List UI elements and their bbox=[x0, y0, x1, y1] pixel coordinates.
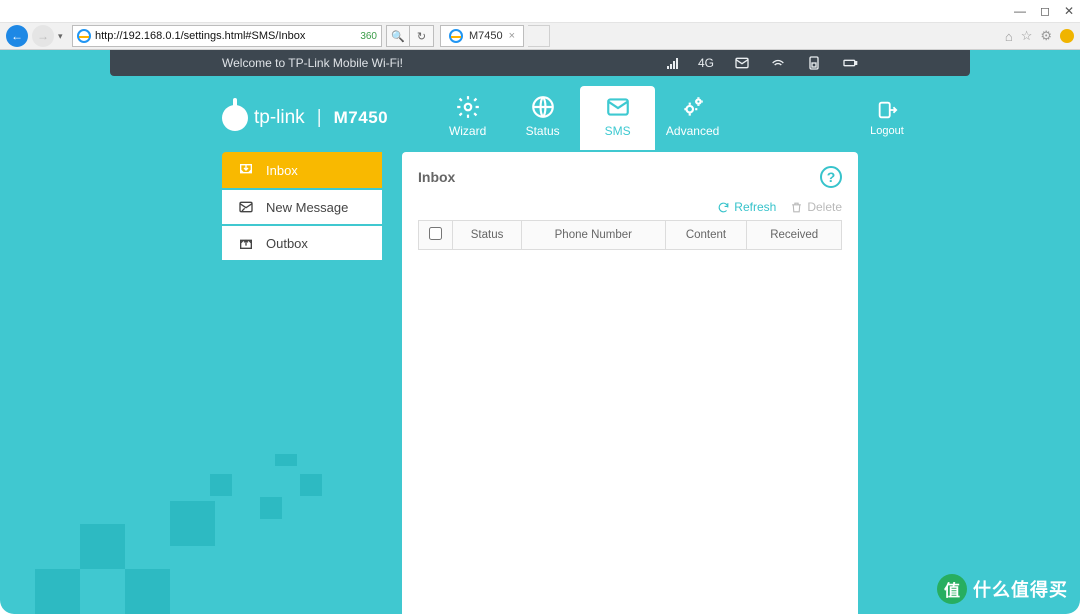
col-checkbox bbox=[419, 221, 453, 250]
sidebar-item-outbox[interactable]: Outbox bbox=[222, 224, 382, 260]
watermark-text: 什么值得买 bbox=[973, 576, 1068, 602]
main-nav: Wizard Status SMS Advanced bbox=[430, 86, 730, 150]
history-dropdown-icon[interactable]: ▾ bbox=[58, 31, 68, 42]
forward-button[interactable]: → bbox=[32, 25, 54, 47]
tab-favicon-icon bbox=[449, 29, 463, 43]
delete-action[interactable]: Delete bbox=[790, 200, 842, 214]
window-maximize[interactable]: ◻ bbox=[1040, 4, 1050, 18]
favorites-icon[interactable]: ☆ bbox=[1021, 28, 1033, 44]
window-minimize[interactable]: — bbox=[1014, 4, 1026, 18]
brand-logo: tp-link | M7450 bbox=[222, 105, 388, 131]
watermark: 值 什么值得买 bbox=[937, 574, 1068, 604]
watermark-badge: 值 bbox=[937, 574, 967, 604]
sidebar: Inbox New Message Outbox bbox=[222, 152, 382, 614]
window-titlebar: — ◻ ✕ bbox=[0, 0, 1080, 22]
model-name: M7450 bbox=[334, 108, 388, 128]
page-body: Welcome to TP-Link Mobile Wi-Fi! 4G tp-l… bbox=[0, 50, 1080, 614]
inbox-icon bbox=[238, 162, 254, 178]
globe-icon bbox=[530, 94, 556, 120]
refresh-action[interactable]: Refresh bbox=[717, 200, 776, 214]
brand-name: tp-link bbox=[254, 107, 305, 129]
nav-label: Wizard bbox=[449, 124, 486, 138]
browser-right-icons: ⌂ ☆ ⚙ bbox=[1005, 28, 1074, 44]
profile-icon[interactable] bbox=[1060, 29, 1074, 43]
sidebar-item-label: Outbox bbox=[266, 236, 308, 251]
welcome-bar: Welcome to TP-Link Mobile Wi-Fi! 4G bbox=[110, 50, 970, 76]
sidebar-item-label: Inbox bbox=[266, 163, 298, 178]
security-badge: 360 bbox=[360, 31, 377, 42]
refresh-button[interactable]: ↻ bbox=[410, 25, 434, 47]
network-type: 4G bbox=[698, 56, 714, 70]
col-phone: Phone Number bbox=[522, 221, 665, 250]
logout-label: Logout bbox=[870, 125, 904, 137]
nav-label: SMS bbox=[605, 124, 631, 138]
signal-icon bbox=[667, 57, 678, 69]
nav-advanced[interactable]: Advanced bbox=[655, 86, 730, 150]
browser-tab[interactable]: M7450 × bbox=[440, 25, 524, 47]
gear-icon bbox=[455, 94, 481, 120]
tab-title: M7450 bbox=[469, 30, 503, 42]
address-bar[interactable]: 360 bbox=[72, 25, 382, 47]
trash-icon bbox=[790, 201, 803, 214]
url-input[interactable] bbox=[95, 30, 356, 42]
sim-icon[interactable] bbox=[806, 55, 822, 71]
url-buttons: 🔍 ↻ bbox=[386, 25, 434, 47]
main-panel: Inbox ? Refresh Delete Status bbox=[402, 152, 858, 614]
mail-icon[interactable] bbox=[734, 55, 750, 71]
window-close[interactable]: ✕ bbox=[1064, 4, 1074, 18]
tab-close-icon[interactable]: × bbox=[509, 30, 515, 42]
logout-button[interactable]: Logout bbox=[870, 99, 904, 137]
messages-table: Status Phone Number Content Received bbox=[418, 220, 842, 250]
logout-icon bbox=[876, 99, 898, 121]
new-tab-button[interactable] bbox=[528, 25, 550, 47]
delete-label: Delete bbox=[807, 200, 842, 214]
wifi-icon[interactable] bbox=[770, 55, 786, 71]
settings-icon[interactable]: ⚙ bbox=[1040, 28, 1052, 44]
logo-mark-icon bbox=[222, 105, 248, 131]
refresh-icon bbox=[717, 201, 730, 214]
envelope-icon bbox=[605, 94, 631, 120]
site-favicon-icon bbox=[77, 29, 91, 43]
col-received: Received bbox=[747, 221, 842, 250]
gears-icon bbox=[680, 94, 706, 120]
battery-icon[interactable] bbox=[842, 55, 858, 71]
col-status: Status bbox=[453, 221, 522, 250]
panel-title: Inbox bbox=[418, 169, 455, 185]
search-button[interactable]: 🔍 bbox=[386, 25, 410, 47]
welcome-text: Welcome to TP-Link Mobile Wi-Fi! bbox=[222, 56, 403, 70]
outbox-icon bbox=[238, 235, 254, 251]
col-content: Content bbox=[665, 221, 747, 250]
nav-sms[interactable]: SMS bbox=[580, 86, 655, 150]
back-button[interactable]: ← bbox=[6, 25, 28, 47]
home-icon[interactable]: ⌂ bbox=[1005, 29, 1013, 44]
nav-status[interactable]: Status bbox=[505, 86, 580, 150]
select-all-checkbox[interactable] bbox=[429, 227, 442, 240]
sidebar-item-inbox[interactable]: Inbox bbox=[222, 152, 382, 188]
nav-label: Advanced bbox=[666, 124, 719, 138]
new-message-icon bbox=[238, 199, 254, 215]
nav-label: Status bbox=[526, 124, 560, 138]
sidebar-item-new-message[interactable]: New Message bbox=[222, 188, 382, 224]
nav-wizard[interactable]: Wizard bbox=[430, 86, 505, 150]
browser-toolbar: ← → ▾ 360 🔍 ↻ M7450 × ⌂ ☆ ⚙ bbox=[0, 22, 1080, 50]
help-button[interactable]: ? bbox=[820, 166, 842, 188]
refresh-label: Refresh bbox=[734, 200, 776, 214]
sidebar-item-label: New Message bbox=[266, 200, 348, 215]
